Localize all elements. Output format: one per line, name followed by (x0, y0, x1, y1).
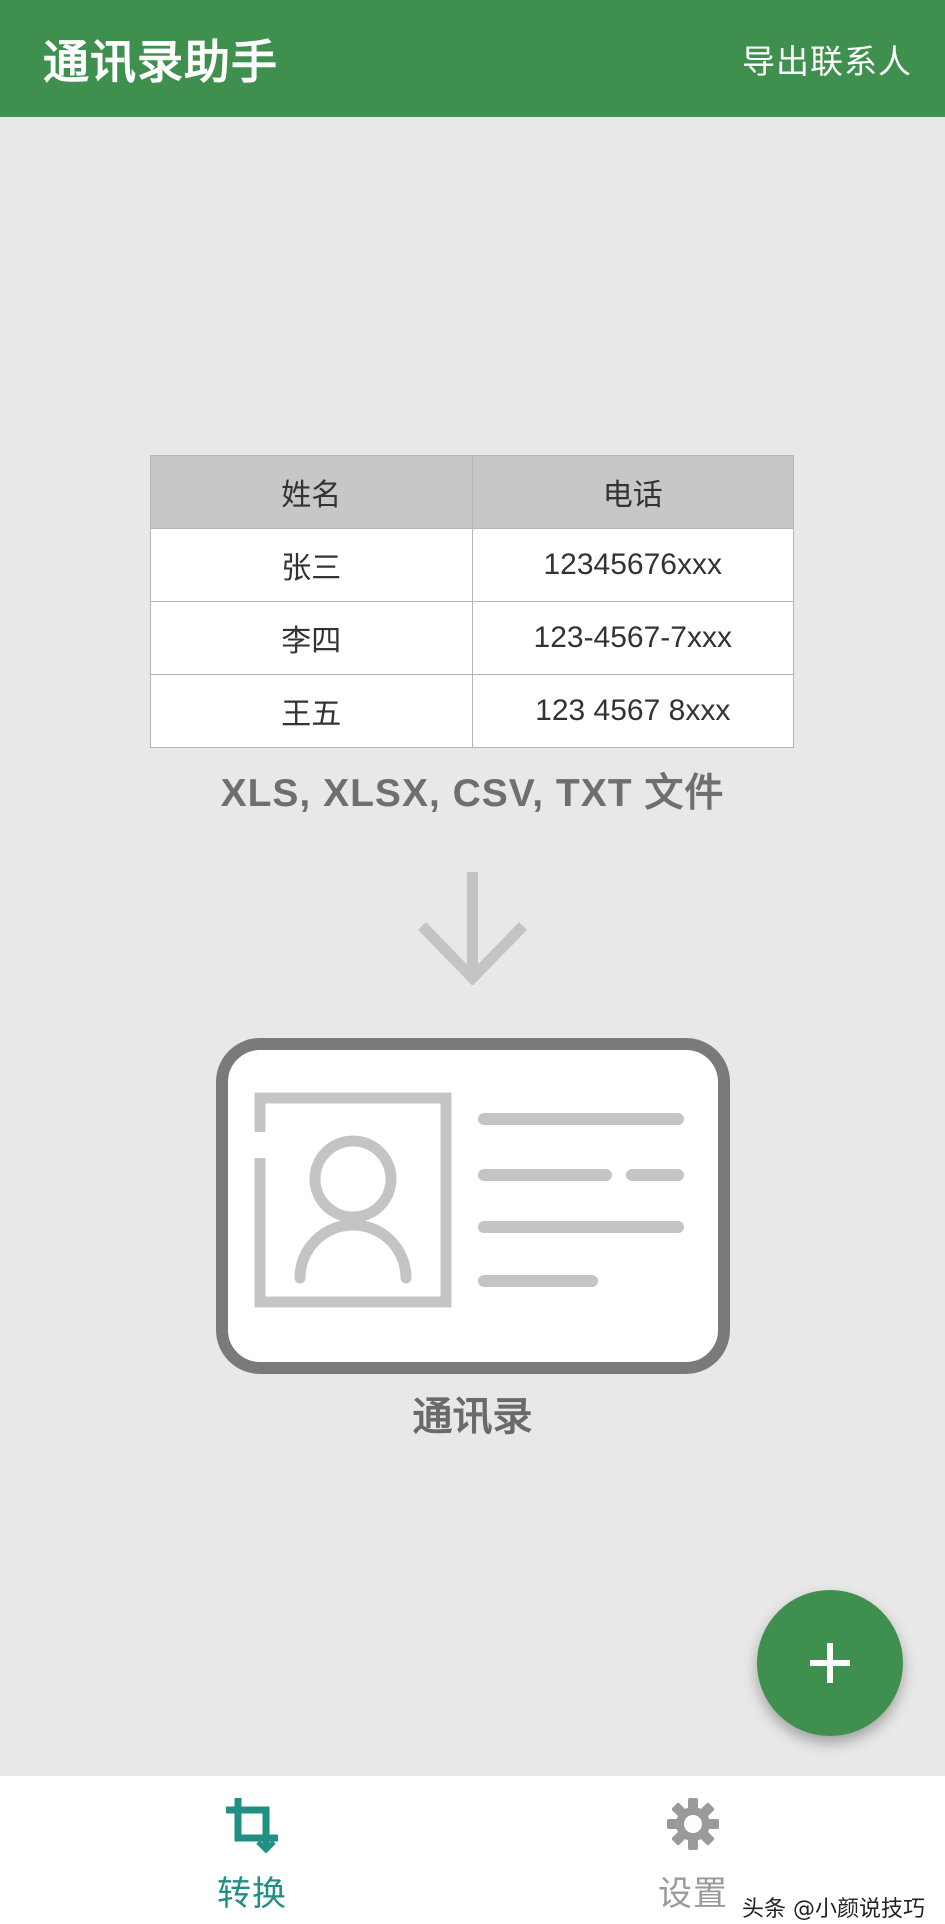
contact-card-icon (216, 1038, 730, 1374)
nav-label-convert: 转换 (217, 1874, 287, 1914)
table-cell-name: 李四 (150, 601, 473, 675)
table-header-name: 姓名 (150, 455, 473, 529)
supported-formats-text: XLS, XLSX, CSV, TXT 文件 (220, 772, 725, 815)
contacts-label: 通讯录 (412, 1394, 533, 1440)
sample-contacts-table: 姓名 电话 张三 12345676xxx 李四 123-4567-7xxx 王五… (150, 455, 794, 748)
table-cell-name: 张三 (150, 528, 473, 602)
export-contacts-button[interactable]: 导出联系人 (742, 35, 912, 83)
nav-label-settings: 设置 (658, 1874, 728, 1914)
table-row: 王五 123 4567 8xxx (150, 674, 794, 748)
table-row: 张三 12345676xxx (150, 528, 794, 602)
arrow-down-icon (418, 872, 527, 985)
table-cell-phone: 123-4567-7xxx (471, 601, 794, 675)
table-cell-phone: 12345676xxx (471, 528, 794, 602)
watermark: 头条 @小颜说技巧 (742, 1897, 925, 1922)
table-header-row: 姓名 电话 (150, 455, 794, 529)
gear-icon (667, 1798, 719, 1850)
plus-icon (810, 1643, 850, 1683)
add-file-button[interactable] (757, 1590, 903, 1736)
app-bar: 通讯录助手 导出联系人 (0, 0, 945, 117)
table-row: 李四 123-4567-7xxx (150, 601, 794, 675)
crop-icon (226, 1798, 278, 1854)
app-title: 通讯录助手 (43, 34, 278, 89)
table-cell-name: 王五 (150, 674, 473, 748)
table-header-phone: 电话 (471, 455, 794, 529)
table-cell-phone: 123 4567 8xxx (471, 674, 794, 748)
nav-item-convert[interactable]: 转换 (152, 1776, 352, 1924)
